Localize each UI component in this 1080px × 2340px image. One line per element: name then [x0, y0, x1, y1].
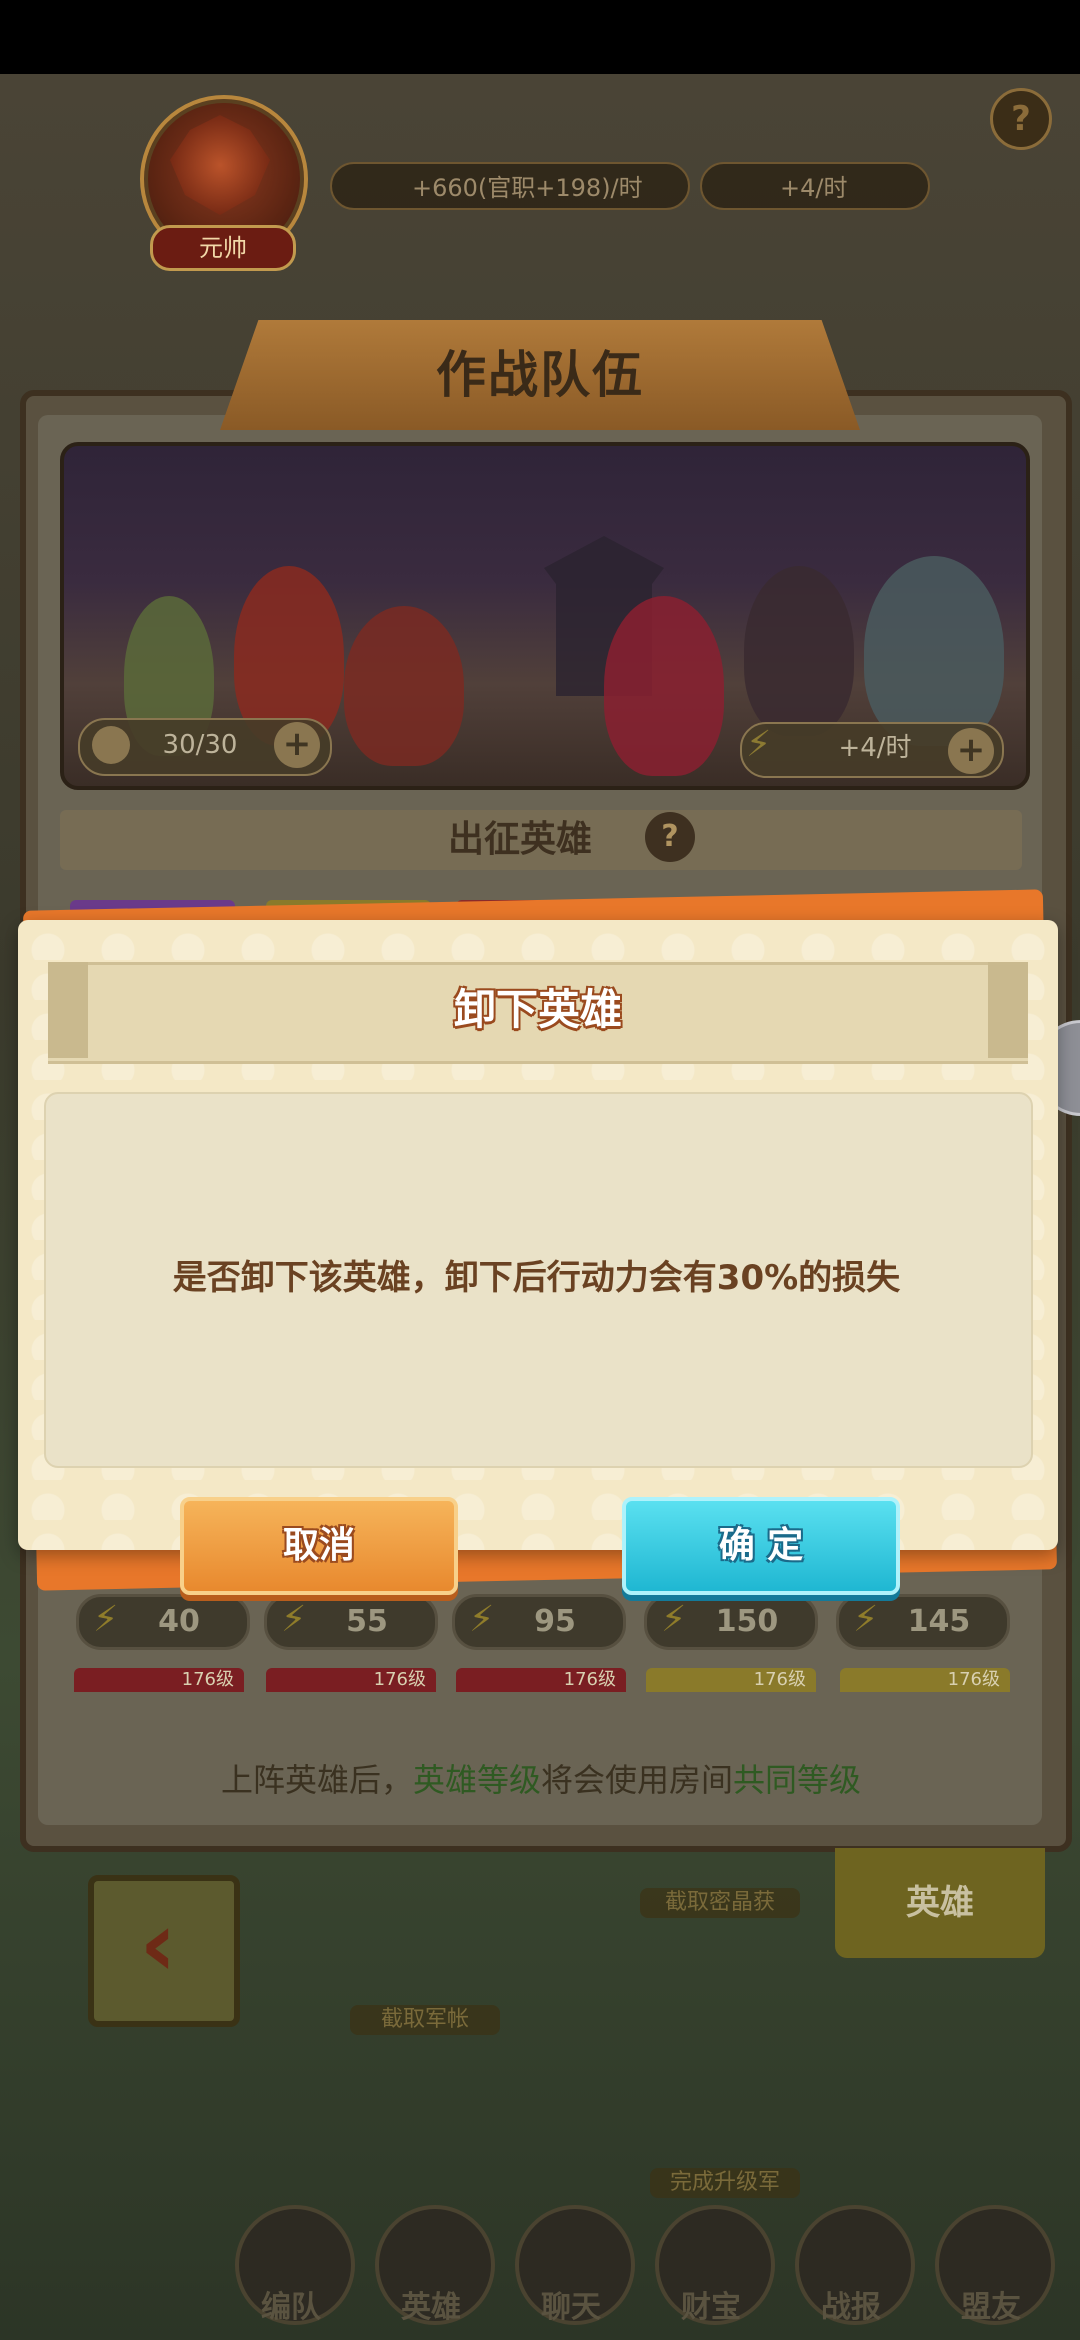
hero-level: 176级: [947, 1669, 1000, 1690]
cancel-button[interactable]: 取消: [180, 1497, 458, 1595]
lightning-icon: ⚡: [469, 1599, 495, 1640]
hero-energy-value: 55: [346, 1604, 388, 1639]
hero-level: 176级: [753, 1669, 806, 1690]
dialog-message: 是否卸下该英雄，卸下后行动力会有30%的损失: [172, 1258, 901, 1298]
nav-label: 财宝: [681, 2290, 741, 2325]
hero-energy-value: 40: [158, 1604, 200, 1639]
map-label: 截取军帐: [350, 2005, 500, 2035]
hero-figure: [744, 566, 854, 736]
team-count: 30/30: [162, 730, 238, 760]
lightning-icon: ⚡: [93, 1599, 119, 1640]
hero-level-strip[interactable]: 176级: [74, 1668, 244, 1692]
hero-level-strip[interactable]: 176级: [456, 1668, 626, 1692]
hero-energy-slot: ⚡ 40: [76, 1594, 250, 1650]
hero-tab-label: 英雄: [906, 1883, 974, 1923]
hero-level: 176级: [563, 1669, 616, 1690]
nav-label: 编队: [261, 2290, 321, 2325]
nav-label: 战报: [821, 2290, 881, 2325]
hero-figure: [864, 556, 1004, 746]
energy-rate: +4/时: [838, 733, 912, 763]
hero-energy-value: 95: [534, 1604, 576, 1639]
lightning-icon: ⚡: [281, 1599, 307, 1640]
rank-badge: 元帅: [150, 225, 296, 271]
help-question-icon[interactable]: ?: [990, 88, 1052, 150]
hero-level-strip[interactable]: 176级: [840, 1668, 1010, 1692]
status-bar: [0, 0, 1080, 74]
hero-energy-slot: ⚡ 95: [452, 1594, 626, 1650]
section-title: 出征英雄: [447, 819, 592, 860]
add-energy-button[interactable]: +: [948, 728, 994, 774]
panel-title: 作战队伍: [436, 346, 644, 404]
energy-rate-text: +4/时: [780, 174, 848, 202]
hero-energy-slot: ⚡ 55: [264, 1594, 438, 1650]
hero-figure: [604, 596, 724, 776]
nav-label: 聊天: [541, 2290, 601, 2325]
dialog-title: 卸下英雄: [453, 985, 622, 1034]
hero-energy-value: 145: [907, 1604, 971, 1639]
hero-figure: [344, 606, 464, 766]
hero-level-strip[interactable]: 176级: [266, 1668, 436, 1692]
confirm-button[interactable]: 确 定: [622, 1497, 900, 1595]
notice-highlight-2: 共同等级: [733, 1761, 862, 1799]
back-arrow-icon: ‹: [139, 1892, 177, 1997]
level-notice: 上阵英雄后，英雄等级将会使用房间共同等级: [60, 1750, 1022, 1810]
notice-highlight-1: 英雄等级: [412, 1761, 541, 1799]
lightning-icon: ⚡: [661, 1599, 687, 1640]
notice-part-1: 上阵英雄后，: [220, 1761, 413, 1799]
income-pill: +660(官职+198)/时: [330, 162, 690, 210]
hero-energy-slot: ⚡ 145: [836, 1594, 1010, 1650]
energy-rate-pill: +4/时: [700, 162, 930, 210]
notice-part-2: 将会使用房间: [541, 1761, 734, 1799]
hero-level-strip[interactable]: 176级: [646, 1668, 816, 1692]
lightning-icon: ⚡: [853, 1599, 879, 1640]
hero-energy-value: 150: [715, 1604, 779, 1639]
add-team-button[interactable]: +: [274, 722, 320, 768]
hero-level: 176级: [181, 1669, 234, 1690]
nav-label: 盟友: [961, 2290, 1021, 2325]
lightning-icon: ⚡: [746, 724, 772, 765]
hero-energy-slot: ⚡ 150: [644, 1594, 818, 1650]
map-label: 完成升级军: [650, 2168, 800, 2198]
hero-level: 176级: [373, 1669, 426, 1690]
income-text: +660(官职+198)/时: [412, 174, 643, 202]
map-label: 截取密晶获: [640, 1888, 800, 1918]
nav-label: 英雄: [401, 2290, 461, 2325]
section-help-icon[interactable]: ?: [645, 812, 695, 862]
person-icon: [92, 726, 130, 764]
